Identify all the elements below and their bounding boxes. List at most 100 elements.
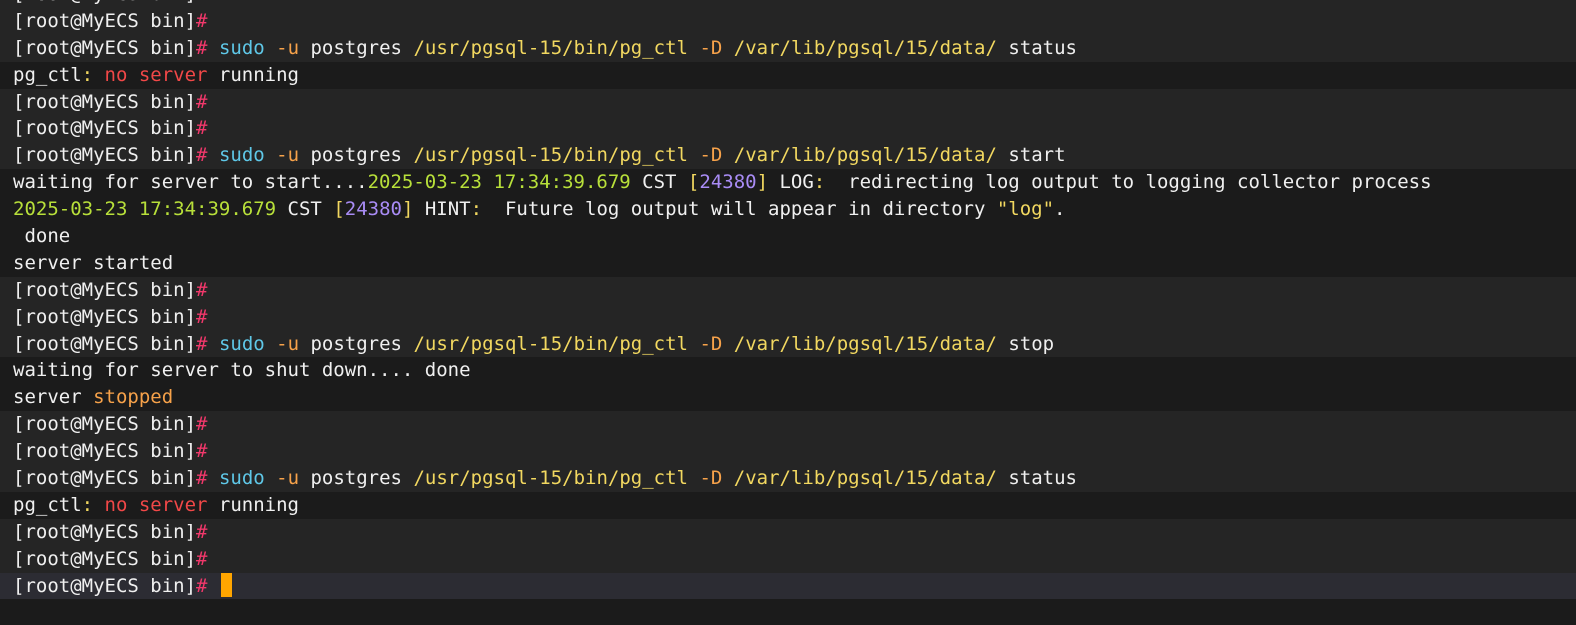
terminal-text-segment: stop — [996, 332, 1055, 355]
terminal-text-segment: /var/lib/pgsql/15/data/ — [733, 332, 997, 355]
prompt-line: [root@MyECS bin]# sudo -u postgres /usr/… — [0, 330, 1576, 358]
terminal-text-segment: waiting for server to shut down.... done — [13, 359, 471, 382]
terminal-text-segment: # — [196, 144, 208, 167]
output-line: pg_ctl: no server running — [0, 491, 1576, 519]
terminal-text-segment: [root@MyECS bin] — [13, 467, 197, 490]
prompt-line: [root@MyECS bin]# — [0, 7, 1576, 35]
terminal-text-segment: done — [13, 225, 71, 248]
terminal-text-segment: # — [196, 467, 208, 490]
terminal-text-segment: "log" — [996, 198, 1055, 221]
terminal-text-segment: [root@MyECS bin] — [13, 547, 197, 570]
terminal-text-segment: no server — [104, 63, 208, 86]
terminal-text-segment: # — [196, 520, 208, 543]
terminal-window[interactable]: [root@MyECS bin]#[root@MyECS bin]#[root@… — [0, 0, 1576, 625]
terminal-text-segment: -u — [276, 332, 300, 355]
terminal-text-segment: /usr/pgsql-15/bin/pg_ctl — [413, 144, 688, 167]
terminal-text-segment: [root@MyECS bin] — [13, 332, 197, 355]
terminal-text-segment: [root@MyECS bin] — [13, 440, 197, 463]
terminal-text-segment: # — [196, 574, 208, 597]
terminal-text-segment: [root@MyECS bin] — [13, 278, 197, 301]
terminal-input-line[interactable]: [root@MyECS bin]# — [0, 572, 1576, 600]
terminal-text-segment: # — [196, 278, 208, 301]
terminal-text-segment: : — [813, 171, 826, 194]
terminal-text-segment: [root@MyECS bin] — [13, 90, 197, 113]
terminal-text-segment: postgres — [299, 332, 414, 355]
terminal-text-segment: server started — [13, 251, 174, 274]
terminal-text-segment: -D — [699, 36, 723, 59]
terminal-text-segment: [ — [687, 171, 700, 194]
output-line: pg_ctl: no server running — [0, 61, 1576, 89]
terminal-text-segment: -u — [276, 36, 300, 59]
prompt-line: [root@MyECS bin]# — [0, 88, 1576, 116]
terminal-text-segment: [root@MyECS bin] — [13, 144, 197, 167]
terminal-text-segment: sudo — [218, 467, 265, 490]
terminal-text-segment: [root@MyECS bin] — [13, 0, 196, 5]
prompt-line: [root@MyECS bin]# — [0, 438, 1576, 466]
terminal-text-segment: # — [196, 305, 208, 328]
terminal-text-segment: HINT — [413, 198, 471, 221]
terminal-text-segment: /var/lib/pgsql/15/data/ — [733, 467, 997, 490]
terminal-text-segment: 24380 — [344, 198, 402, 221]
terminal-text-segment: : — [81, 63, 105, 86]
terminal-text-segment: stopped — [93, 386, 174, 409]
terminal-text-segment: /usr/pgsql-15/bin/pg_ctl — [413, 332, 688, 355]
terminal-text-segment: /usr/pgsql-15/bin/pg_ctl — [413, 467, 688, 490]
terminal-text-segment: -D — [699, 332, 723, 355]
terminal-text-segment: -u — [276, 144, 300, 167]
prompt-line: [root@MyECS bin]# — [0, 276, 1576, 304]
terminal-text-segment: sudo — [218, 144, 265, 167]
terminal-text-segment: : — [81, 493, 105, 516]
output-line: server started — [0, 249, 1576, 277]
prompt-line: [root@MyECS bin]# — [0, 0, 1576, 8]
terminal-text-segment: ] — [756, 171, 769, 194]
prompt-line: [root@MyECS bin]# — [0, 411, 1576, 439]
terminal-text-segment: CST — [630, 171, 688, 194]
terminal-text-segment: postgres — [299, 144, 414, 167]
output-line: server stopped — [0, 384, 1576, 412]
terminal-text-segment: /var/lib/pgsql/15/data/ — [733, 36, 997, 59]
terminal-text-segment: postgres — [299, 467, 414, 490]
terminal-text-segment: waiting for server to start.... — [13, 171, 368, 194]
terminal-text-segment: ] — [401, 198, 414, 221]
prompt-line: [root@MyECS bin]# — [0, 115, 1576, 143]
terminal-text-segment: /usr/pgsql-15/bin/pg_ctl — [413, 36, 688, 59]
terminal-text-segment: [root@MyECS bin] — [13, 520, 197, 543]
prompt-line: [root@MyECS bin]# — [0, 303, 1576, 331]
output-line: waiting for server to shut down.... done — [0, 357, 1576, 385]
terminal-text-segment: CST — [276, 198, 334, 221]
terminal-text-segment: # — [196, 36, 208, 59]
prompt-line: [root@MyECS bin]# sudo -u postgres /usr/… — [0, 142, 1576, 170]
output-line: waiting for server to start....2025-03-2… — [0, 169, 1576, 197]
terminal-text-segment: [ — [333, 198, 345, 221]
terminal-text-segment: [root@MyECS bin] — [13, 305, 197, 328]
output-line: done — [0, 223, 1576, 250]
terminal-text-segment: start — [996, 144, 1066, 167]
terminal-text-segment: -D — [699, 467, 723, 490]
terminal-text-segment: : — [470, 198, 483, 221]
terminal-text-segment: status — [996, 36, 1077, 59]
terminal-text-segment: 2025-03-23 17:34:39.679 — [367, 171, 631, 194]
terminal-text-segment: postgres — [299, 36, 414, 59]
prompt-line: [root@MyECS bin]# sudo -u postgres /usr/… — [0, 34, 1576, 62]
terminal-text-segment: # — [196, 547, 208, 570]
terminal-text-segment: 2025-03-23 17:34:39.679 — [13, 198, 277, 221]
terminal-text-segment: 24380 — [699, 171, 757, 194]
terminal-text-segment: running — [207, 493, 299, 516]
text-cursor — [220, 572, 232, 598]
terminal-text-segment: . — [1054, 198, 1066, 221]
terminal-text-segment: status — [996, 467, 1077, 490]
